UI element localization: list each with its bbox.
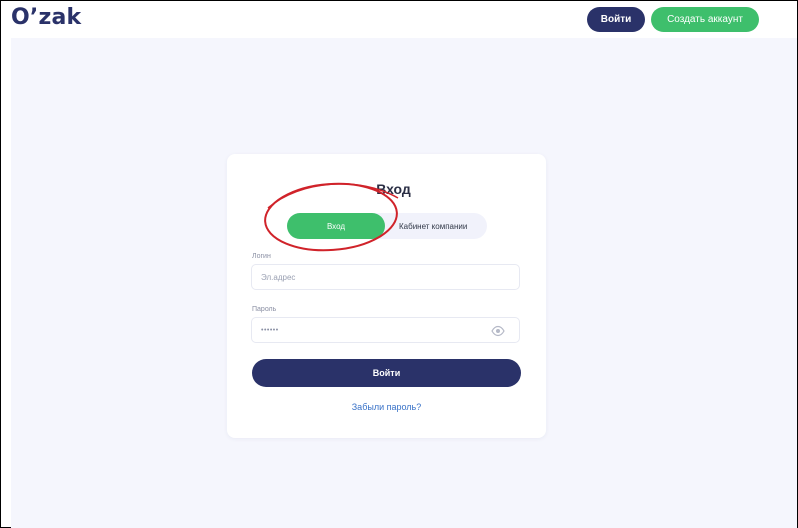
forgot-password-link[interactable]: Забыли пароль?	[227, 402, 546, 412]
submit-login-button[interactable]: Войти	[252, 359, 521, 387]
top-header: O’zak Войти Создать аккаунт	[1, 1, 797, 37]
password-input[interactable]: ••••••	[251, 317, 520, 343]
login-card: Вход Вход Кабинет компании Логин Эл.адре…	[227, 154, 546, 438]
eye-icon[interactable]	[491, 324, 505, 337]
password-label: Пароль	[252, 306, 277, 313]
app-window: O’zak Войти Создать аккаунт Вход Вход Ка…	[0, 0, 798, 528]
tab-company-cabinet[interactable]: Кабинет компании	[399, 213, 467, 239]
header-login-button[interactable]: Войти	[587, 7, 645, 32]
login-label: Логин	[252, 253, 271, 260]
login-type-tabs: Вход Кабинет компании	[287, 213, 487, 239]
login-placeholder: Эл.адрес	[261, 272, 296, 282]
create-account-button[interactable]: Создать аккаунт	[651, 7, 759, 32]
tab-login[interactable]: Вход	[287, 213, 385, 239]
logo[interactable]: O’zak	[11, 5, 81, 30]
login-input[interactable]: Эл.адрес	[251, 264, 520, 290]
card-title: Вход	[376, 181, 411, 197]
password-value: ••••••	[261, 326, 279, 334]
